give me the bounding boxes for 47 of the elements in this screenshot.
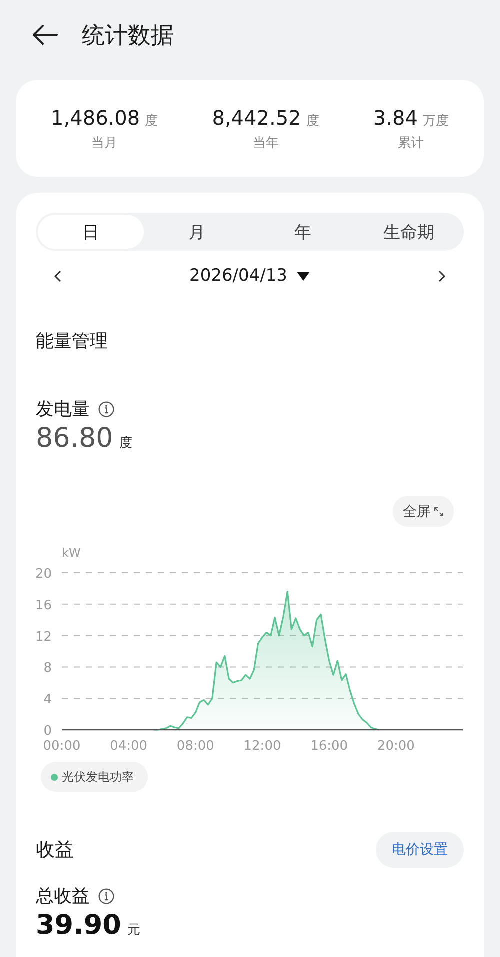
- stat-label: 当年: [252, 134, 279, 152]
- chevron-right-icon[interactable]: [438, 270, 446, 282]
- axis-label: 8: [44, 661, 52, 676]
- stat-label: 当月: [92, 134, 118, 152]
- legend-label: 光伏发电功率: [62, 768, 134, 786]
- period-tab[interactable]: 月: [144, 215, 250, 249]
- back-icon[interactable]: [32, 24, 58, 46]
- axis-label: 12: [35, 630, 52, 645]
- axis-label: 20:00: [377, 739, 415, 754]
- stat-label: 累计: [398, 134, 424, 152]
- stat-unit: 度: [306, 112, 320, 130]
- metric-label: 发电量: [36, 398, 90, 421]
- period-tab[interactable]: 年: [250, 215, 356, 249]
- info-icon[interactable]: [98, 400, 115, 418]
- page-title: 统计数据: [82, 22, 174, 50]
- axis-label: 16:00: [310, 739, 348, 754]
- caret-down-icon[interactable]: [297, 272, 310, 280]
- axis-label: 00:00: [43, 739, 81, 754]
- axis-unit: kW: [62, 546, 81, 560]
- fullscreen-button[interactable]: 全屏: [393, 496, 454, 527]
- axis-label: 04:00: [110, 739, 148, 754]
- axis-label: 16: [35, 598, 52, 614]
- stat-value: 1,486.08: [51, 106, 140, 130]
- stat-unit: 万度: [422, 112, 449, 130]
- expand-icon: [434, 506, 444, 516]
- metric-label: 总收益: [36, 885, 90, 908]
- period-tab[interactable]: 生命期: [356, 215, 462, 249]
- period-tab[interactable]: 日: [38, 215, 144, 249]
- price-settings-button[interactable]: 电价设置: [376, 832, 464, 868]
- metric-unit: 元: [127, 922, 140, 939]
- stat-value: 3.84: [373, 106, 418, 130]
- axis-label: 08:00: [176, 739, 214, 754]
- chevron-left-icon[interactable]: [54, 270, 62, 282]
- stat-unit: 度: [145, 112, 158, 130]
- metric-value: 39.90: [36, 910, 122, 941]
- axis-label: 12:00: [244, 739, 282, 754]
- axis-label: 0: [44, 724, 52, 739]
- info-icon[interactable]: [98, 888, 115, 904]
- section-title: 收益: [36, 838, 74, 863]
- metric-value: 86.80: [36, 423, 114, 454]
- section-title: 能量管理: [36, 330, 109, 353]
- axis-label: 20: [35, 567, 52, 582]
- legend-chip[interactable]: 光伏发电功率: [41, 762, 148, 792]
- stat-value: 8,442.52: [212, 106, 302, 130]
- axis-label: 4: [44, 692, 52, 708]
- date-text[interactable]: 2026/04/13: [190, 266, 288, 286]
- metric-unit: 度: [119, 435, 132, 452]
